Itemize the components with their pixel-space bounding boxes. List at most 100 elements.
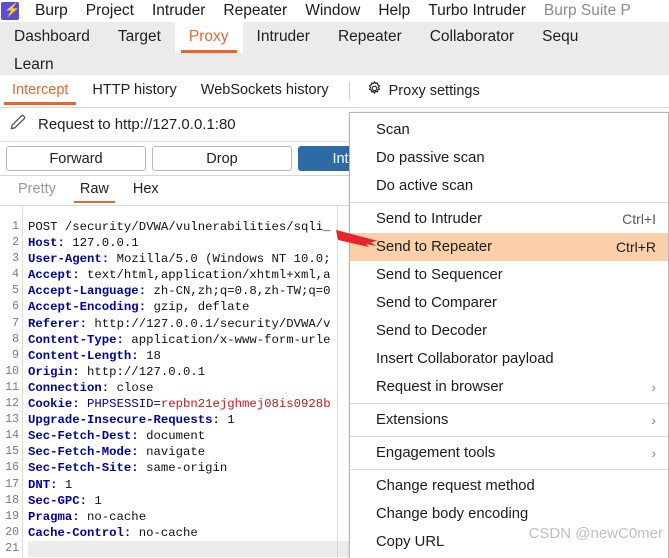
request-context-menu[interactable]: Scan Do passive scan Do active scan Send to… (349, 112, 669, 558)
subtab-divider (348, 82, 350, 100)
context-menu-item-label: Send to Repeater (376, 239, 492, 255)
proxy-settings-label: Proxy settings (388, 83, 480, 99)
drop-button[interactable]: Drop (152, 146, 292, 171)
line-number: 9 (12, 348, 19, 362)
watermark-text: CSDN @newC0mer (528, 525, 663, 542)
context-menu-item-label: Insert Collaborator payload (376, 351, 554, 367)
line-number: 2 (12, 236, 19, 250)
gear-icon (366, 80, 383, 102)
viewtab-raw[interactable]: Raw (68, 178, 121, 203)
tab-learn[interactable]: Learn (14, 54, 54, 75)
line-number: 14 (5, 429, 19, 443)
context-menu-item-send-to-intruder[interactable]: Send to Intruder Ctrl+I (350, 205, 668, 233)
tab-collaborator[interactable]: Collaborator (416, 22, 528, 53)
line-number: 17 (5, 477, 19, 491)
context-menu-item-label: Do passive scan (376, 150, 485, 166)
context-menu-item-insert-collaborator-payload[interactable]: Insert Collaborator payload (350, 345, 668, 373)
context-menu-item-label: Engagement tools (376, 445, 496, 461)
tab-repeater[interactable]: Repeater (324, 22, 416, 53)
line-number: 1 (12, 220, 19, 233)
context-menu-item-send-to-decoder[interactable]: Send to Decoder (350, 317, 668, 345)
context-menu-item-label: Change request method (376, 478, 535, 494)
context-menu-separator (350, 202, 668, 203)
line-number: 8 (12, 332, 19, 346)
context-menu-item-label: Do active scan (376, 178, 474, 194)
menu-repeater[interactable]: Repeater (214, 0, 296, 22)
menu-intruder[interactable]: Intruder (143, 0, 214, 22)
burp-suite-window: Burp Project Intruder Repeater Window He… (0, 0, 669, 558)
application-menu-bar: Burp Project Intruder Repeater Window He… (0, 0, 669, 22)
context-menu-item-scan[interactable]: Scan (350, 116, 668, 144)
tab-target[interactable]: Target (104, 22, 175, 53)
pencil-icon (8, 112, 28, 137)
context-menu-item-engagement-tools[interactable]: Engagement tools › (350, 439, 668, 467)
line-number: 13 (5, 413, 19, 427)
context-menu-item-label: Copy URL (376, 534, 445, 550)
request-title: Request to http://127.0.0.1:80 (38, 116, 236, 133)
context-menu-item-change-request-method[interactable]: Change request method (350, 472, 668, 500)
main-tab-row-1: Dashboard Target Proxy Intruder Repeater… (0, 22, 669, 53)
chevron-right-icon: › (651, 445, 656, 461)
line-number: 5 (12, 284, 19, 298)
proxy-sub-tab-strip: Intercept HTTP history WebSockets histor… (0, 75, 669, 108)
line-number: 10 (5, 364, 19, 378)
context-menu-item-send-to-comparer[interactable]: Send to Comparer (350, 289, 668, 317)
context-menu-separator (350, 403, 668, 404)
subtab-websockets-history[interactable]: WebSockets history (189, 77, 341, 105)
tab-dashboard[interactable]: Dashboard (0, 22, 104, 53)
menu-project[interactable]: Project (77, 0, 143, 22)
menu-burp[interactable]: Burp (26, 0, 77, 22)
context-menu-item-label: Change body encoding (376, 506, 529, 522)
line-number: 20 (5, 525, 19, 539)
subtab-http-history[interactable]: HTTP history (80, 77, 188, 105)
context-menu-item-label: Request in browser (376, 379, 504, 395)
context-menu-item-label: Extensions (376, 412, 449, 428)
context-menu-item-label: Send to Sequencer (376, 267, 503, 283)
context-menu-item-do-passive-scan[interactable]: Do passive scan (350, 144, 668, 172)
chevron-right-icon: › (651, 412, 656, 428)
tab-sequencer[interactable]: Sequ (528, 22, 592, 53)
main-tab-row-2: Learn (0, 53, 669, 75)
context-menu-item-extensions[interactable]: Extensions › (350, 406, 668, 434)
main-tab-strip: Dashboard Target Proxy Intruder Repeater… (0, 22, 669, 75)
menu-window[interactable]: Window (296, 0, 369, 22)
proxy-settings-button[interactable]: Proxy settings (358, 80, 488, 102)
line-number: 4 (12, 268, 19, 282)
context-menu-item-label: Send to Intruder (376, 211, 483, 227)
line-number: 15 (5, 445, 19, 459)
context-menu-item-label: Send to Decoder (376, 323, 488, 339)
subtab-intercept[interactable]: Intercept (0, 77, 80, 105)
line-number: 11 (5, 380, 19, 394)
context-menu-item-label: Scan (376, 122, 410, 138)
context-menu-separator (350, 436, 668, 437)
burp-logo-icon (1, 1, 20, 20)
window-title-text: Burp Suite P (543, 2, 631, 19)
context-menu-item-request-in-browser[interactable]: Request in browser › (350, 373, 668, 401)
line-number: 3 (12, 252, 19, 266)
tab-intruder[interactable]: Intruder (243, 22, 324, 53)
viewtab-hex[interactable]: Hex (121, 178, 171, 203)
red-arrow-pointer (336, 228, 384, 250)
line-number: 6 (12, 300, 19, 314)
context-menu-item-shortcut: Ctrl+R (615, 239, 656, 255)
chevron-right-icon: › (651, 379, 656, 395)
line-number: 7 (12, 316, 19, 330)
context-menu-item-change-body-encoding[interactable]: Change body encoding (350, 500, 668, 528)
context-menu-item-shortcut: Ctrl+I (622, 211, 656, 227)
menu-help[interactable]: Help (369, 0, 419, 22)
context-menu-item-send-to-repeater[interactable]: Send to Repeater Ctrl+R (350, 233, 668, 261)
line-number: 21 (5, 541, 19, 555)
line-number: 12 (5, 397, 19, 411)
context-menu-item-send-to-sequencer[interactable]: Send to Sequencer (350, 261, 668, 289)
menu-turbo-intruder[interactable]: Turbo Intruder (419, 0, 535, 22)
line-number: 16 (5, 461, 19, 475)
viewtab-pretty[interactable]: Pretty (6, 178, 68, 203)
context-menu-item-do-active-scan[interactable]: Do active scan (350, 172, 668, 200)
forward-button[interactable]: Forward (6, 146, 146, 171)
context-menu-item-label: Send to Comparer (376, 295, 497, 311)
line-number: 18 (5, 493, 19, 507)
line-number-gutter: 12345678910111213141516171819202122 (0, 206, 23, 558)
tab-proxy[interactable]: Proxy (174, 22, 243, 53)
editor-split-divider[interactable] (337, 206, 338, 558)
context-menu-separator (350, 469, 668, 470)
